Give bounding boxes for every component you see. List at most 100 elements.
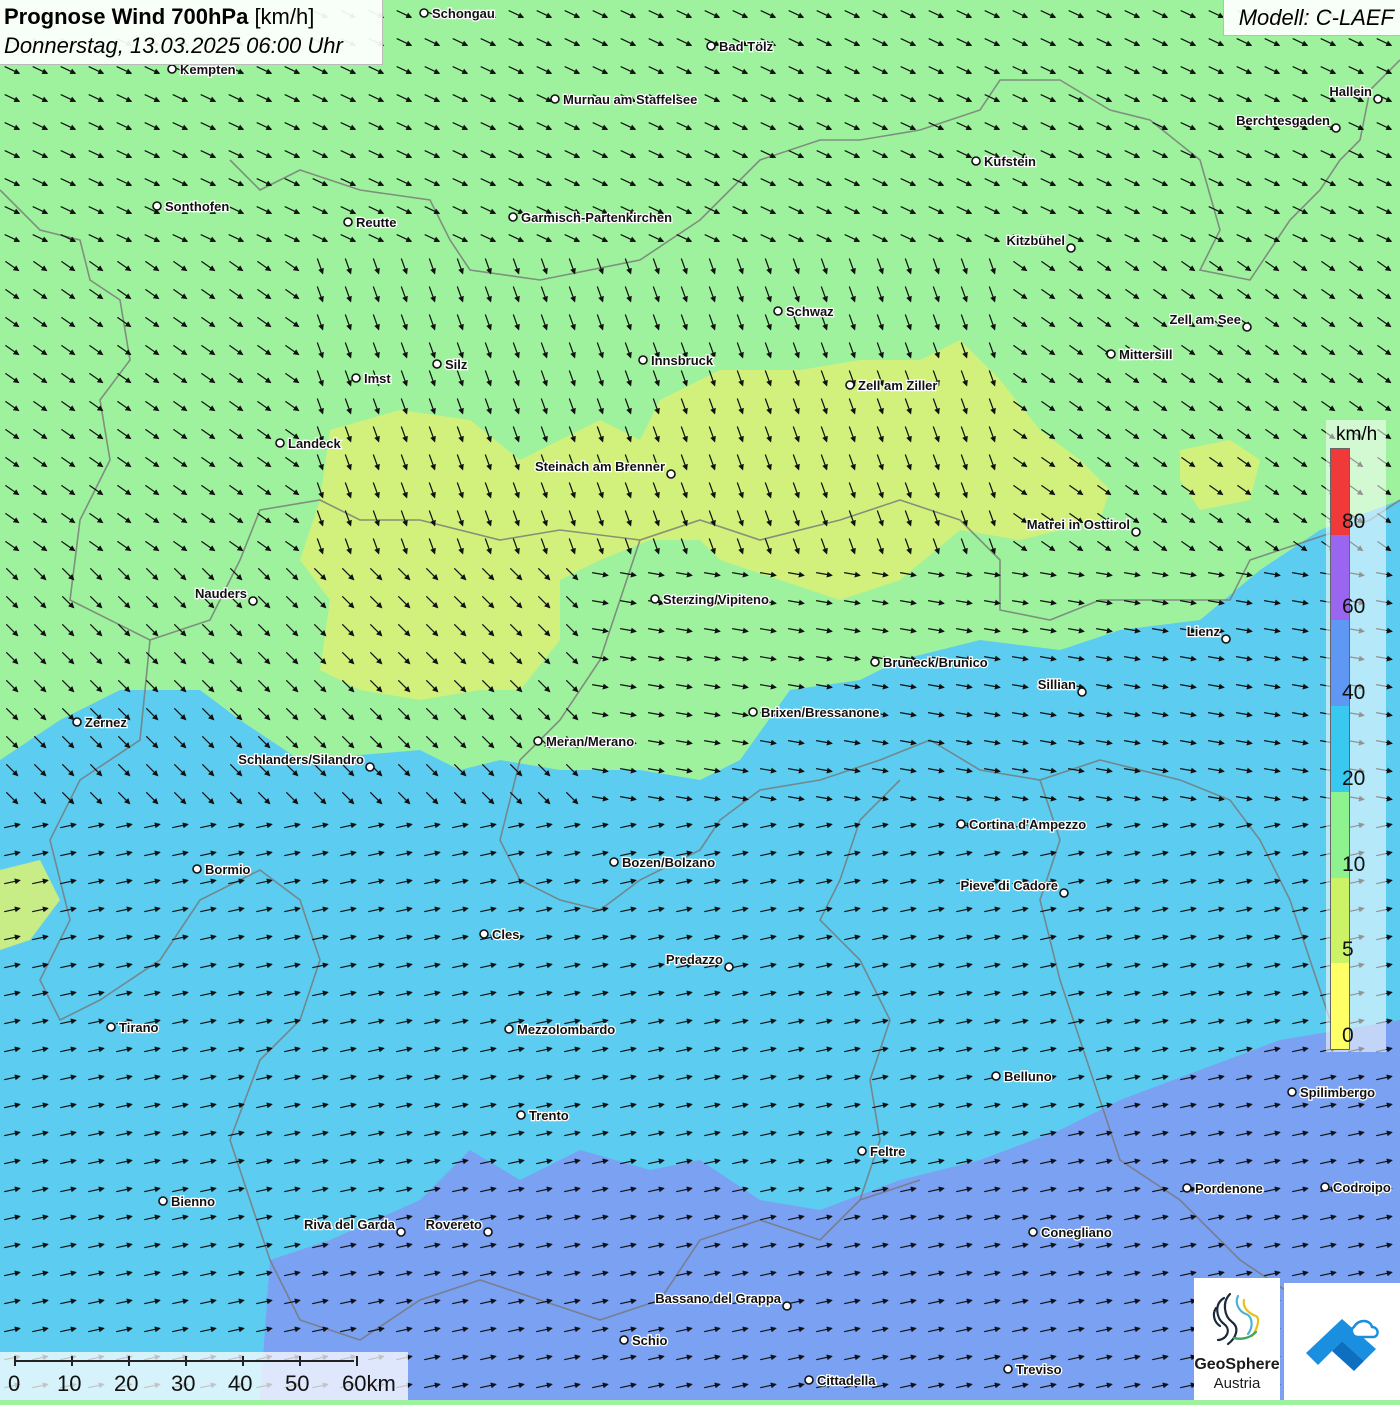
- city-label: Schwaz: [786, 304, 834, 319]
- city-marker: [1028, 1227, 1038, 1237]
- city-label: Zell am See: [1169, 312, 1241, 327]
- scale-tick: [299, 1356, 301, 1366]
- scale-tick: [14, 1356, 16, 1366]
- wind-cloud-icon: [1306, 1319, 1379, 1371]
- city-marker: [516, 1110, 526, 1120]
- city-label: Mittersill: [1119, 347, 1172, 362]
- city-label: Bozen/Bolzano: [622, 855, 715, 870]
- city-marker: [991, 1071, 1001, 1081]
- city-marker: [508, 212, 518, 222]
- city-marker: [666, 469, 676, 479]
- city-label: Sonthofen: [165, 199, 229, 214]
- city-marker: [1066, 243, 1076, 253]
- city-marker: [351, 373, 361, 383]
- legend-label: 0: [1342, 1024, 1354, 1047]
- city-label: Bienno: [171, 1194, 215, 1209]
- city-marker: [782, 1301, 792, 1311]
- scale-label: 50: [285, 1371, 310, 1396]
- city-label: Reutte: [356, 215, 396, 230]
- city-marker: [432, 359, 442, 369]
- city-label: Bassano del Grappa: [655, 1291, 781, 1306]
- city-label: Codroipo: [1333, 1180, 1391, 1195]
- city-marker: [343, 217, 353, 227]
- city-label: Cittadella: [817, 1373, 876, 1388]
- city-label: Feltre: [870, 1144, 905, 1159]
- city-marker: [1131, 527, 1141, 537]
- city-label: Predazzo: [666, 952, 723, 967]
- model-label: Modell: C-LAEF: [1238, 5, 1394, 30]
- scale-line: [14, 1360, 354, 1362]
- city-marker: [773, 306, 783, 316]
- city-marker: [650, 594, 660, 604]
- scale-label: 10: [57, 1371, 82, 1396]
- scale-label: 0: [8, 1371, 21, 1396]
- city-marker: [419, 8, 429, 18]
- city-label: Hallein: [1329, 84, 1372, 99]
- city-label: Lienz: [1187, 624, 1221, 639]
- city-label: Matrei in Osttirol: [1027, 517, 1130, 532]
- legend-label: 5: [1342, 938, 1354, 962]
- city-label: Steinach am Brenner: [535, 459, 665, 474]
- city-marker: [845, 380, 855, 390]
- city-marker: [365, 762, 375, 772]
- scale-label: 30: [171, 1371, 196, 1396]
- city-marker: [483, 1227, 493, 1237]
- city-label: Treviso: [1016, 1362, 1062, 1377]
- scale-bar: 0 10 20 30 40 50 60km: [0, 1352, 408, 1400]
- city-label: Innsbruck: [651, 353, 714, 368]
- city-marker: [619, 1335, 629, 1345]
- map-title: Prognose Wind 700hPa [km/h]: [4, 4, 314, 30]
- city-label: Zernez: [85, 715, 127, 730]
- city-marker: [1059, 888, 1069, 898]
- city-marker: [72, 717, 82, 727]
- city-marker: [870, 657, 880, 667]
- city-label: Nauders: [195, 586, 247, 601]
- city-label: Schongau: [432, 6, 495, 21]
- city-marker: [956, 819, 966, 829]
- city-label: Bormio: [205, 862, 251, 877]
- scale-label: 60km: [342, 1371, 396, 1396]
- city-marker: [1106, 349, 1116, 359]
- legend-label: 40: [1342, 681, 1366, 705]
- scale-label: 40: [228, 1371, 253, 1396]
- model-panel: Modell: C-LAEF: [1223, 0, 1400, 36]
- city-label: Kitzbühel: [1007, 233, 1066, 248]
- city-marker: [748, 707, 758, 717]
- city-label: Conegliano: [1041, 1225, 1112, 1240]
- legend-label: 60: [1342, 595, 1366, 619]
- city-label: Mezzolombardo: [517, 1022, 615, 1037]
- city-marker: [1182, 1183, 1192, 1193]
- city-label: Silz: [445, 357, 468, 372]
- legend-label: 10: [1342, 852, 1366, 876]
- city-label: Cortina d'Ampezzo: [969, 817, 1086, 832]
- city-marker: [1287, 1087, 1297, 1097]
- city-label: Sterzing/Vipiteno: [663, 592, 769, 607]
- city-label: Zell am Ziller: [858, 378, 937, 393]
- city-marker: [167, 64, 177, 74]
- city-label: Imst: [364, 371, 391, 386]
- city-label: Belluno: [1004, 1069, 1052, 1084]
- geosphere-logo: GeoSphere Austria: [1194, 1278, 1280, 1400]
- city-label: Murnau am Staffelsee: [563, 92, 697, 107]
- city-label: Kufstein: [984, 154, 1036, 169]
- city-marker: [1373, 94, 1383, 104]
- city-marker: [504, 1024, 514, 1034]
- scale-tick: [356, 1356, 358, 1366]
- weather-app-logo: [1284, 1283, 1400, 1400]
- city-label: Spilimbergo: [1300, 1085, 1375, 1100]
- city-label: Landeck: [288, 436, 342, 451]
- city-label: Pordenone: [1195, 1181, 1263, 1196]
- city-marker: [533, 736, 543, 746]
- city-marker: [1331, 123, 1341, 133]
- city-marker: [248, 596, 258, 606]
- city-label: Cles: [492, 927, 519, 942]
- city-label: Bad Tölz: [719, 39, 774, 54]
- city-label: Berchtesgaden: [1236, 113, 1330, 128]
- scale-tick: [71, 1356, 73, 1366]
- city-marker: [724, 962, 734, 972]
- city-marker: [706, 41, 716, 51]
- city-label: Riva del Garda: [304, 1217, 396, 1232]
- title-panel: Prognose Wind 700hPa [km/h] Donnerstag, …: [0, 0, 383, 65]
- city-marker: [106, 1022, 116, 1032]
- geosphere-country: Austria: [1213, 1375, 1261, 1392]
